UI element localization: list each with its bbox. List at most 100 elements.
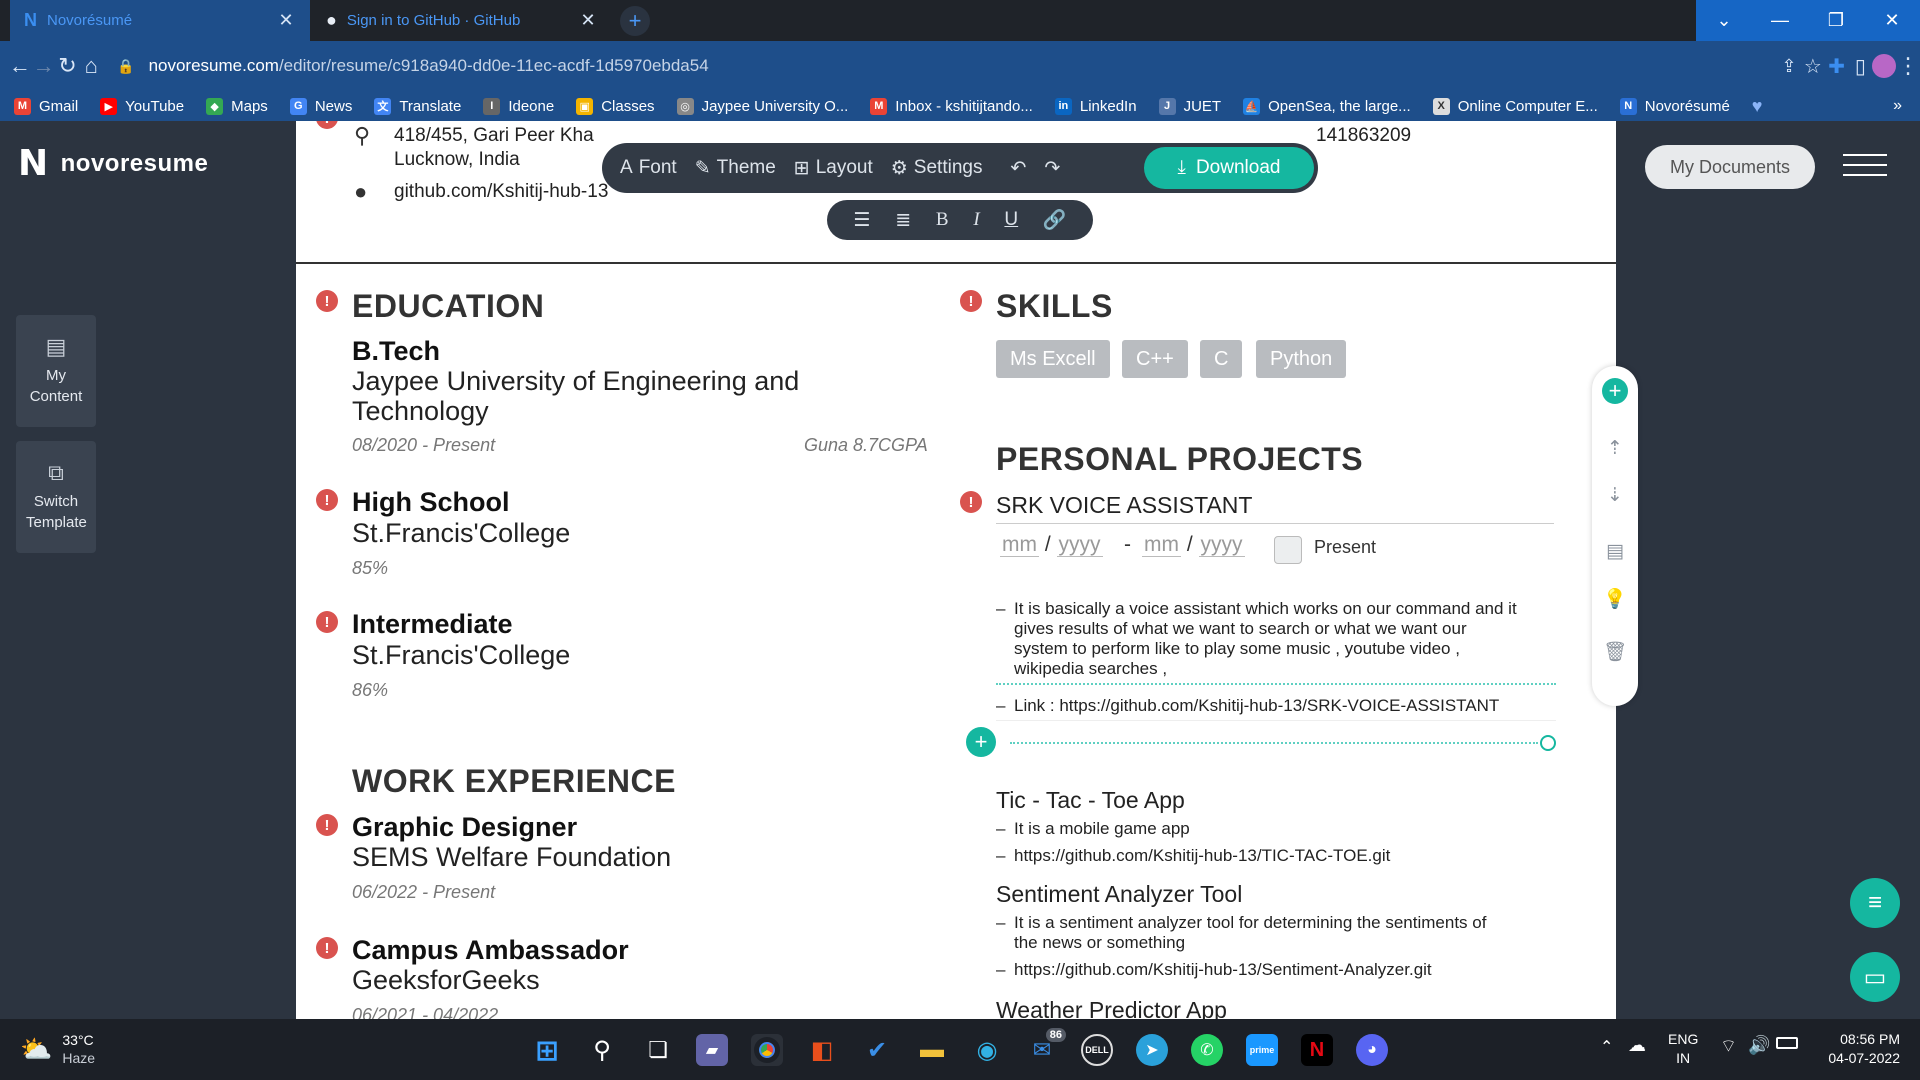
project-bullet[interactable]: – Link : https://github.com/Kshitij-hub-… [996,696,1556,721]
home-icon[interactable]: ⌂ [79,46,103,86]
job-dates[interactable]: 06/2021 - 04/2022 [352,1005,498,1019]
search-icon[interactable]: ⚲ [586,1034,618,1066]
project-bullet[interactable]: – It is basically a voice assistant whic… [996,599,1556,685]
bookmark-heart[interactable]: ♥ [1752,96,1763,117]
end-date-field[interactable]: mm / yyyy [1142,533,1245,557]
restore-icon[interactable]: ❐ [1808,0,1864,41]
education-school[interactable]: St.Francis'College [352,641,570,670]
settings-button[interactable]: ⚙ Settings [891,157,983,180]
close-icon[interactable]: ✕ [578,10,598,31]
battery-icon[interactable] [1776,1037,1798,1049]
dell-icon[interactable]: DELL [1081,1034,1113,1066]
start-year-input[interactable]: yyyy [1056,533,1103,557]
bookmark-classes[interactable]: ▣ Classes [576,97,655,115]
italic-icon[interactable]: I [973,209,979,231]
close-window-icon[interactable]: ✕ [1864,0,1920,41]
theme-button[interactable]: ✎ Theme [695,157,776,180]
netflix-icon[interactable]: N [1301,1034,1333,1066]
whatsapp-icon[interactable]: ✆ [1191,1034,1223,1066]
add-entry-end-circle[interactable] [1540,735,1556,751]
prime-video-icon[interactable]: prime [1246,1034,1278,1066]
bookmark-inbox[interactable]: M Inbox - kshitijtando... [870,97,1033,115]
phone-field[interactable]: 141863209 [1316,124,1411,148]
menu-icon[interactable]: ⋮ [1896,46,1920,86]
start-icon[interactable]: ⊞ [531,1034,563,1066]
warning-icon[interactable]: ! [316,814,338,836]
align-left-icon[interactable]: ☰ [853,209,870,232]
my-documents-button[interactable]: My Documents [1645,145,1815,189]
clock[interactable]: 08:56 PM 04-07-2022 [1816,1030,1900,1068]
wifi-icon[interactable]: ⌔ [1720,1035,1737,1058]
end-month-input[interactable]: mm [1142,533,1181,557]
project-bullet[interactable]: – It is a mobile game app [996,819,1556,839]
undo-button[interactable]: ↶ [1010,157,1026,180]
volume-icon[interactable]: 🔊 [1748,1035,1770,1056]
bookmark-juet[interactable]: J JUET [1158,97,1221,115]
close-icon[interactable]: ✕ [276,10,296,31]
education-school[interactable]: St.Francis'College [352,519,570,548]
job-title[interactable]: Graphic Designer [352,812,577,843]
bookmark-novoresume[interactable]: N Novorésumé [1619,97,1730,115]
skill-tag[interactable]: C [1200,340,1243,378]
project-bullet[interactable]: – https://github.com/Kshitij-hub-13/Senti… [996,960,1556,980]
work-experience-heading[interactable]: WORK EXPERIENCE [352,763,676,800]
minimize-icon[interactable]: — [1752,0,1808,41]
link-icon[interactable]: 🔗 [1043,208,1067,232]
education-grade[interactable]: 86% [352,680,388,701]
warning-icon[interactable]: ! [316,937,338,959]
font-button[interactable]: A Font [620,157,677,179]
file-explorer-icon[interactable]: ▬ [916,1034,948,1066]
bookmark-news[interactable]: G News [289,97,352,115]
edge-icon[interactable]: ◉ [971,1034,1003,1066]
start-month-input[interactable]: mm [1000,533,1039,557]
job-dates[interactable]: 06/2022 - Present [352,882,495,903]
language-indicator[interactable]: ENG IN [1668,1030,1698,1068]
url-field[interactable]: 🔒 novoresume.com/editor/resume/c918a940-… [117,48,1677,84]
todo-icon[interactable]: ✔ [861,1034,893,1066]
warning-icon[interactable]: ! [316,121,338,129]
underline-icon[interactable]: U [1004,209,1018,231]
layout-button[interactable]: ⊞ Layout [794,157,873,180]
education-degree[interactable]: Intermediate [352,609,513,640]
section-settings-icon[interactable]: ▤ [1603,539,1627,563]
education-grade[interactable]: 85% [352,558,388,579]
redo-button[interactable]: ↷ [1044,157,1060,180]
warning-icon[interactable]: ! [960,290,982,312]
forward-icon[interactable]: → [32,46,56,86]
education-heading[interactable]: EDUCATION [352,288,544,325]
job-title[interactable]: Campus Ambassador [352,935,629,966]
profile-avatar[interactable] [1872,46,1897,86]
project-title[interactable]: Sentiment Analyzer Tool [996,881,1242,908]
download-button[interactable]: ⤓ Download [1144,147,1314,189]
bookmark-opensea[interactable]: ⛵ OpenSea, the large... [1243,97,1411,115]
education-dates[interactable]: 08/2020 - Present [352,435,495,456]
job-company[interactable]: GeeksforGeeks [352,966,540,995]
warning-icon[interactable]: ! [316,611,338,633]
github-field[interactable]: ● github.com/Kshitij-hub-13 [354,180,608,204]
tab-search-icon[interactable]: ⌄ [1696,0,1752,41]
warning-icon[interactable]: ! [316,489,338,511]
chat-fab[interactable]: ▭ [1850,952,1900,1002]
align-justify-icon[interactable]: ≣ [895,209,911,232]
tab-novoresume[interactable]: N Novorésumé ✕ [10,0,310,41]
bookmark-gmail[interactable]: M Gmail [14,97,78,115]
move-up-icon[interactable]: ⇡ [1603,436,1627,460]
bold-icon[interactable]: B [936,209,949,231]
bookmark-maps[interactable]: ◆ Maps [206,97,268,115]
education-degree[interactable]: High School [352,487,510,518]
start-date-field[interactable]: mm / yyyy [1000,533,1103,557]
add-entry-button[interactable]: + [966,727,996,757]
project-title-input[interactable]: SRK VOICE ASSISTANT [996,492,1554,524]
menu-icon[interactable] [1843,154,1887,178]
skill-tag[interactable]: C++ [1122,340,1188,378]
tab-github[interactable]: ● Sign in to GitHub · GitHub ✕ [312,0,612,41]
bookmark-jaypee[interactable]: ◎ Jaypee University O... [676,97,848,115]
job-company[interactable]: SEMS Welfare Foundation [352,843,671,872]
sidepanel-icon[interactable]: ▯ [1848,46,1872,86]
education-school-line2[interactable]: Technology [352,397,489,426]
task-view-icon[interactable]: ❏ [642,1034,674,1066]
my-content-button[interactable]: ▤ My Content [16,315,96,427]
education-school-line1[interactable]: Jaypee University of Engineering and [352,367,799,396]
project-title[interactable]: Tic - Tac - Toe App [996,787,1185,814]
extensions-icon[interactable]: ✚ [1825,46,1849,86]
